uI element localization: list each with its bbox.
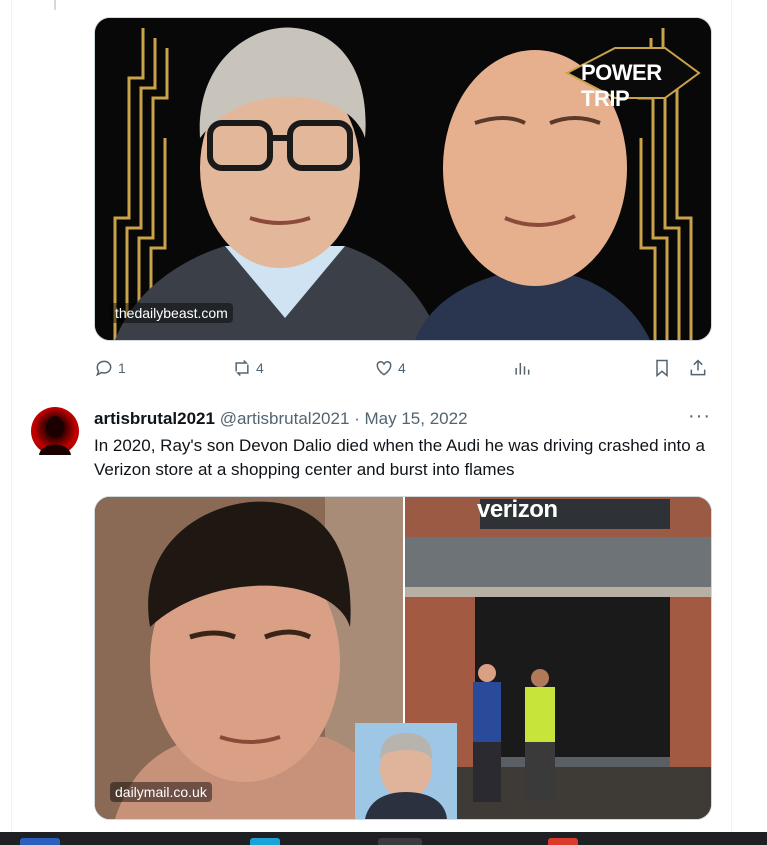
tweet-date[interactable]: May 15, 2022	[365, 409, 468, 428]
share-button[interactable]	[688, 358, 708, 378]
share-icon	[690, 359, 706, 376]
reply-icon	[95, 360, 112, 377]
avatar-silhouette	[39, 416, 71, 455]
power-trip-badge-text: POWER TRIP	[581, 60, 662, 111]
taskbar-app-icon[interactable]	[548, 838, 578, 845]
bookmark-button[interactable]	[652, 358, 672, 378]
image-source-watermark-2: dailymail.co.uk	[110, 782, 212, 802]
display-name[interactable]: artisbrutal2021	[94, 409, 215, 428]
taskbar-app-icon[interactable]	[250, 838, 280, 845]
user-handle[interactable]: @artisbrutal2021	[220, 409, 350, 428]
reply-count: 1	[118, 360, 126, 376]
views-icon	[515, 363, 530, 375]
news-collage-artwork	[95, 497, 711, 819]
like-icon	[376, 360, 392, 376]
tweet-text: In 2020, Ray's son Devon Dalio died when…	[94, 436, 705, 479]
more-icon[interactable]: ···	[688, 405, 711, 428]
store-sign: verizon	[477, 496, 558, 523]
bookmark-icon	[656, 359, 668, 378]
image-source-watermark: thedailybeast.com	[110, 303, 233, 323]
reply-button[interactable]: 1	[94, 358, 126, 378]
tweet-header: artisbrutal2021 @artisbrutal2021 · May 1…	[94, 409, 468, 429]
tweet-image-power-trip[interactable]: POWER TRIP thedailybeast.com	[94, 17, 712, 341]
views-button[interactable]	[512, 358, 532, 378]
like-count: 4	[398, 360, 406, 376]
header-separator: ·	[349, 409, 365, 428]
tweet-image-devon-dalio[interactable]: verizon dailymail.co.uk	[94, 496, 712, 820]
retweet-icon	[235, 359, 249, 377]
tweet-action-bar: 1 4 4	[94, 358, 714, 380]
taskbar-app-icon[interactable]	[378, 838, 422, 845]
retweet-count: 4	[256, 360, 264, 376]
like-button[interactable]: 4	[374, 358, 406, 378]
avatar[interactable]	[31, 407, 79, 455]
retweet-button[interactable]: 4	[232, 358, 264, 378]
taskbar-app-icon[interactable]	[20, 838, 60, 845]
thread-connector-line	[54, 0, 56, 10]
